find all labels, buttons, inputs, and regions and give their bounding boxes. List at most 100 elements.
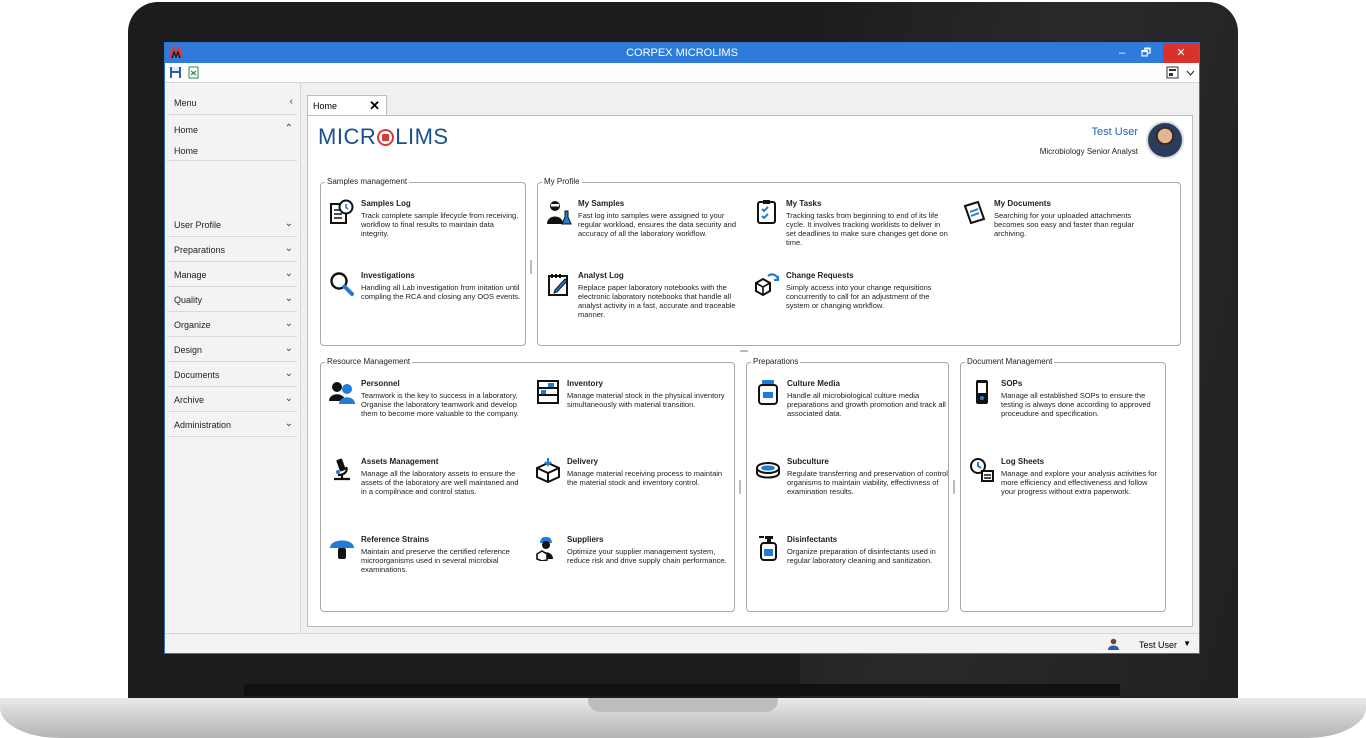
card-description: Teamwork is the key to success in a labo…	[361, 391, 519, 418]
sidebar-item-label: Organize	[174, 320, 211, 330]
sidebar-item-label: Archive	[174, 395, 205, 405]
close-button[interactable]: ✕	[1163, 43, 1199, 63]
save-icon[interactable]	[169, 66, 182, 79]
group-resource-management: Resource Management Personnel Teamwork i…	[320, 357, 735, 612]
card-description: Simply access into your change requisiti…	[786, 283, 932, 310]
chevron-down-icon[interactable]: ⌄	[285, 268, 293, 279]
laptop-notch	[588, 698, 778, 712]
card-subculture[interactable]: Subculture Regulate transferring and pre…	[755, 457, 948, 517]
card-title: Delivery	[567, 457, 599, 466]
card-description: Handling all Lab investigation from init…	[361, 283, 521, 301]
sidebar-item-preparations[interactable]: Preparations ⌄	[167, 237, 297, 262]
card-investigations[interactable]: Investigations Handling all Lab investig…	[329, 271, 525, 321]
layout-icon[interactable]	[1166, 66, 1179, 79]
card-inventory[interactable]: Inventory Manage material stock in the p…	[535, 379, 731, 439]
card-my-tasks[interactable]: My Tasks Tracking tasks from beginning t…	[754, 199, 954, 259]
card-delivery[interactable]: Delivery Manage material receiving proce…	[535, 457, 731, 517]
scientist-icon	[547, 201, 572, 225]
sidebar-item-administration[interactable]: Administration ⌄	[167, 412, 297, 437]
card-analyst-log[interactable]: Analyst Log Replace paper laboratory not…	[546, 271, 746, 331]
sidebar-item-manage[interactable]: Manage ⌄	[167, 262, 297, 287]
supplier-icon	[536, 537, 553, 561]
box-delivery-icon	[536, 458, 560, 483]
title-bar: CORPEX MICROLIMS – 🗗 ✕	[165, 43, 1199, 63]
chevron-down-icon[interactable]: ⌄	[285, 368, 293, 379]
card-title: Suppliers	[567, 535, 604, 544]
card-description: Manage all established SOPs to ensure th…	[1001, 391, 1151, 418]
logo-o-icon	[377, 129, 395, 146]
chevron-down-icon[interactable]: ⌄	[285, 293, 293, 304]
vertical-splitter[interactable]	[953, 480, 955, 494]
avatar[interactable]	[1146, 121, 1184, 159]
sidebar-item-archive[interactable]: Archive ⌄	[167, 387, 297, 412]
card-samples-log[interactable]: Samples Log Track complete sample lifecy…	[329, 199, 525, 249]
group-title: Resource Management	[325, 357, 413, 366]
card-title: SOPs	[1001, 379, 1023, 388]
user-role: Microbiology Senior Analyst	[1039, 147, 1138, 156]
chevron-down-icon[interactable]: ⌄	[285, 318, 293, 329]
vertical-splitter[interactable]	[739, 480, 741, 494]
clipboard-clock-icon	[330, 199, 354, 224]
group-title: Document Management	[965, 357, 1055, 366]
card-my-samples[interactable]: My Samples Fast log into samples were as…	[546, 199, 746, 259]
card-assets-management[interactable]: Assets Management Manage all the laborat…	[329, 457, 529, 517]
card-title: Subculture	[787, 457, 829, 466]
sidebar-subitem-home[interactable]: Home	[174, 146, 198, 156]
sidebar-item-documents[interactable]: Documents ⌄	[167, 362, 297, 387]
horizontal-splitter[interactable]	[740, 350, 748, 352]
shelves-icon	[537, 380, 559, 404]
chevron-down-icon[interactable]: ⌄	[285, 243, 293, 254]
laptop-mockup: CORPEX MICROLIMS – 🗗 ✕ Menu ‹ Home ⌃ Hom…	[0, 0, 1366, 738]
logo-text-end: LIMS	[395, 124, 449, 149]
card-description: Manage material stock in the physical in…	[567, 391, 725, 409]
chevron-down-icon[interactable]: ⌄	[285, 418, 293, 429]
card-culture-media[interactable]: Culture Media Handle all microbiological…	[755, 379, 946, 439]
document-edit-icon	[963, 200, 986, 225]
sidebar-item-label: Home	[174, 125, 199, 135]
sidebar-item-organize[interactable]: Organize ⌄	[167, 312, 297, 337]
collapse-menu-icon[interactable]: ‹	[290, 96, 293, 107]
app-window: CORPEX MICROLIMS – 🗗 ✕ Menu ‹ Home ⌃ Hom…	[164, 42, 1200, 654]
chevron-down-icon[interactable]: ⌄	[285, 218, 293, 229]
card-description: Manage and explore your analysis activit…	[1001, 469, 1157, 496]
export-icon[interactable]	[187, 66, 200, 79]
logo-text-start: MICR	[318, 124, 377, 149]
card-title: My Documents	[994, 199, 1051, 208]
chevron-up-icon[interactable]: ⌃	[285, 123, 293, 134]
sidebar-item-design[interactable]: Design ⌄	[167, 337, 297, 362]
card-description: Tracking tasks from beginning to end of …	[786, 211, 948, 247]
sidebar-item-label: User Profile	[174, 220, 222, 230]
sidebar-item-home[interactable]: Home ⌃ Home	[167, 117, 297, 161]
clock-document-icon	[970, 458, 994, 482]
card-log-sheets[interactable]: Log Sheets Manage and explore your analy…	[969, 457, 1163, 517]
sidebar-item-quality[interactable]: Quality ⌄	[167, 287, 297, 312]
card-title: Change Requests	[786, 271, 854, 280]
chevron-down-icon[interactable]: ⌄	[285, 343, 293, 354]
maximize-button[interactable]: 🗗	[1135, 43, 1157, 63]
close-tab-icon[interactable]: ✕	[369, 98, 380, 114]
card-change-requests[interactable]: Change Requests Simply access into your …	[754, 271, 954, 331]
quick-access-toolbar	[165, 63, 1199, 83]
notebook-pen-icon	[548, 274, 568, 296]
mushroom-icon	[330, 540, 354, 559]
user-name[interactable]: Test User	[1092, 126, 1138, 138]
minimize-button[interactable]: –	[1111, 43, 1133, 63]
tab-home[interactable]: Home ✕	[307, 95, 387, 116]
vertical-splitter[interactable]	[530, 260, 532, 274]
sidebar-item-label: Administration	[174, 420, 232, 430]
sidebar-item-user-profile[interactable]: User Profile ⌄	[167, 212, 297, 237]
card-sops[interactable]: SOPs Manage all established SOPs to ensu…	[969, 379, 1163, 439]
card-title: Analyst Log	[578, 271, 624, 280]
card-suppliers[interactable]: Suppliers Optimize your supplier managem…	[535, 535, 731, 595]
tab-label: Home	[313, 101, 338, 111]
card-my-documents[interactable]: My Documents Searching for your uploaded…	[962, 199, 1162, 259]
status-user-name[interactable]: Test User	[1139, 640, 1177, 650]
group-samples-management: Samples management Samples Log Track com…	[320, 177, 526, 346]
card-personnel[interactable]: Personnel Teamwork is the key to success…	[329, 379, 529, 439]
chevron-down-icon[interactable]: ⌄	[285, 393, 293, 404]
window-title: CORPEX MICROLIMS	[626, 47, 738, 59]
chevron-down-icon[interactable]	[1186, 66, 1195, 79]
user-menu-caret-icon[interactable]: ▼	[1183, 639, 1191, 648]
card-reference-strains[interactable]: Reference Strains Maintain and preserve …	[329, 535, 529, 595]
card-disinfectants[interactable]: Disinfectants Organize preparation of di…	[755, 535, 945, 595]
